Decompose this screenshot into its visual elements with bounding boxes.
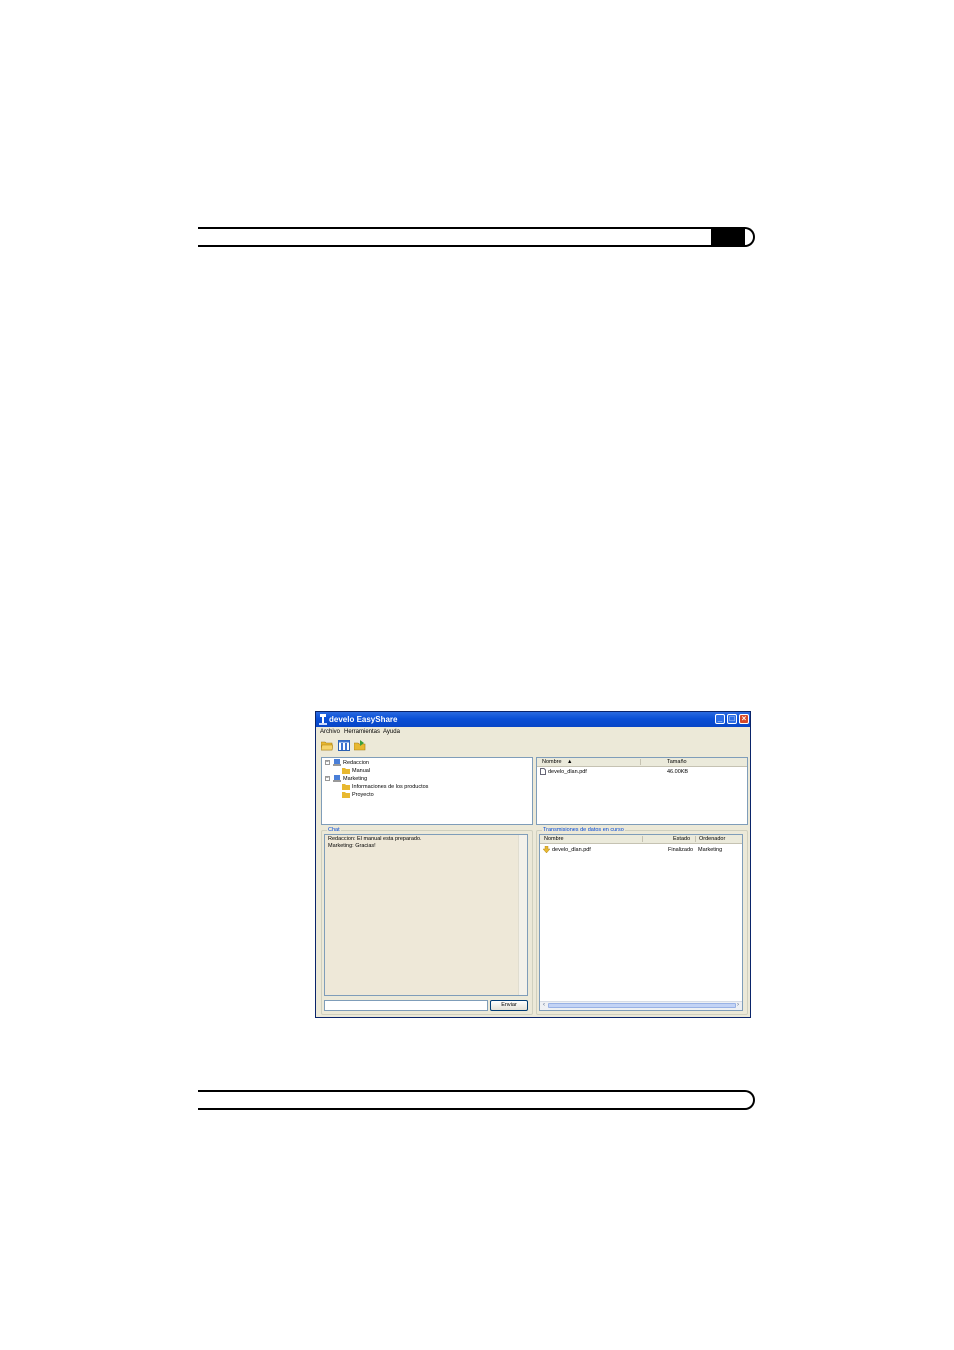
columns-icon[interactable] xyxy=(338,740,350,751)
file-name: develo_dlan.pdf xyxy=(548,769,587,775)
scroll-right-icon[interactable]: › xyxy=(734,1002,742,1009)
toolbar xyxy=(316,738,750,753)
file-list-header: Nombre ▲ Tamaño xyxy=(537,758,747,767)
menu-archivo[interactable]: Archivo xyxy=(320,727,340,737)
title-bar[interactable]: develo EasyShare _ □ × xyxy=(316,712,750,727)
tree-label: Informaciones de los productos xyxy=(352,784,429,790)
folder-icon xyxy=(342,792,350,799)
page-number-tab xyxy=(711,229,745,245)
tree-label: Marketing xyxy=(343,776,368,782)
scroll-thumb[interactable] xyxy=(548,1003,736,1008)
tree-label: Proyecto xyxy=(352,792,374,798)
tree-label: Manual xyxy=(352,768,371,774)
page-footer-rule xyxy=(198,1090,755,1110)
folder-tree: − Redaccion Manual − Marketing Informaci… xyxy=(321,757,533,825)
file-size: 46.00KB xyxy=(667,769,689,775)
chat-scrollbar[interactable] xyxy=(518,835,527,995)
transfers-label: Transmisiones de datos en curso xyxy=(542,826,625,834)
transfer-status: Finalizado xyxy=(668,847,694,853)
menu-bar: Archivo Herramientas Ayuda xyxy=(316,727,750,737)
chat-message: Marketing: Gracias! xyxy=(328,843,376,849)
table-row[interactable]: develo_dlan.pdf Finalizado Marketing xyxy=(540,846,742,854)
computer-icon xyxy=(333,775,341,783)
folder-icon xyxy=(342,768,350,775)
tree-item-informaciones[interactable]: Informaciones de los productos xyxy=(342,783,428,791)
column-computer[interactable]: Ordenador xyxy=(699,835,725,843)
page-header-rule xyxy=(198,227,755,247)
folder-share-icon[interactable] xyxy=(354,740,366,751)
collapse-icon[interactable]: − xyxy=(325,760,330,765)
menu-ayuda[interactable]: Ayuda xyxy=(383,727,400,737)
tree-label: Redaccion xyxy=(343,760,369,766)
scroll-left-icon[interactable]: ‹ xyxy=(540,1002,548,1009)
chat-history[interactable]: Redaccion: El manual esta preparado. Mar… xyxy=(324,834,528,996)
sort-icon: ▲ xyxy=(567,759,573,765)
send-button[interactable]: Enviar xyxy=(490,1000,528,1011)
folder-icon xyxy=(342,784,350,791)
tree-item-proyecto[interactable]: Proyecto xyxy=(342,791,374,799)
document-icon xyxy=(540,768,546,776)
transfers-header: Nombre Estado Ordenador xyxy=(540,835,742,844)
tree-item-manual[interactable]: Manual xyxy=(342,767,370,775)
window-title: develo EasyShare xyxy=(329,715,398,724)
column-name[interactable]: Nombre xyxy=(544,835,564,843)
close-button[interactable]: × xyxy=(739,714,749,724)
minimize-button[interactable]: _ xyxy=(715,714,725,724)
transfer-computer: Marketing xyxy=(698,847,723,853)
chat-label: Chat xyxy=(327,826,341,834)
collapse-icon[interactable]: − xyxy=(325,776,330,781)
column-name[interactable]: Nombre xyxy=(542,758,562,766)
table-row[interactable]: develo_dlan.pdf 46.00KB xyxy=(537,768,747,776)
computer-icon xyxy=(333,759,341,767)
column-size[interactable]: Tamaño xyxy=(667,758,687,766)
chat-input[interactable] xyxy=(324,1000,488,1011)
transfers-list: Nombre Estado Ordenador develo_dlan.pdf … xyxy=(539,834,743,1011)
menu-herramientas[interactable]: Herramientas xyxy=(344,727,380,737)
transfer-file-name: develo_dlan.pdf xyxy=(552,847,591,853)
chat-message: Redaccion: El manual esta preparado. xyxy=(328,836,422,842)
app-icon xyxy=(319,714,327,725)
easyshare-window: develo EasyShare _ □ × Archivo Herramien… xyxy=(315,711,751,1018)
transfers-scrollbar[interactable]: ‹ › xyxy=(540,1001,742,1010)
column-status[interactable]: Estado xyxy=(673,835,690,843)
file-list: Nombre ▲ Tamaño develo_dlan.pdf 46.00KB xyxy=(536,757,748,825)
maximize-button[interactable]: □ xyxy=(727,714,737,724)
download-arrow-icon xyxy=(543,846,550,854)
open-folder-icon[interactable] xyxy=(321,740,333,751)
